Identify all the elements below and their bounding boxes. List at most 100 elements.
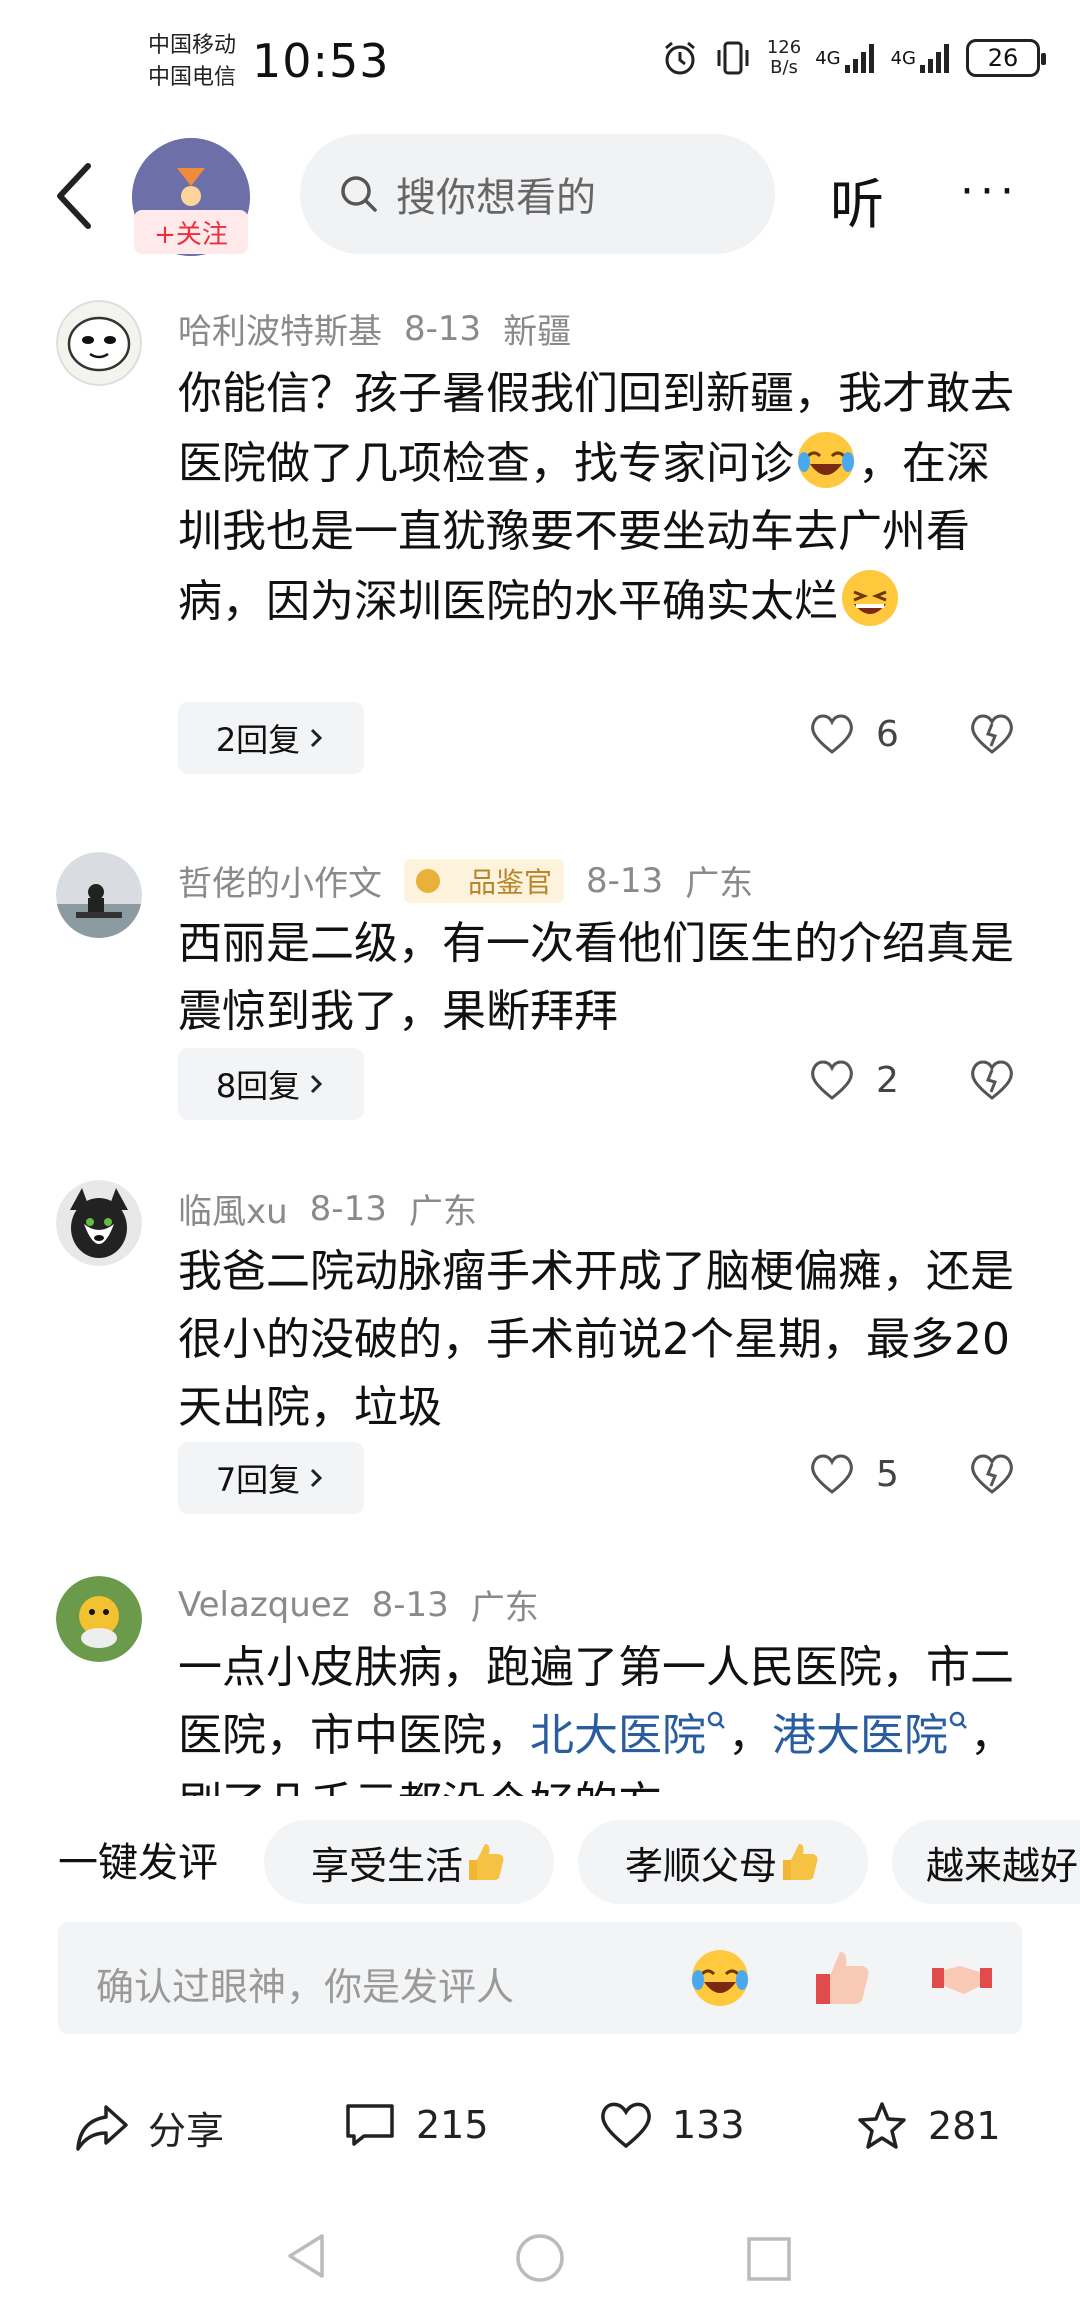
more-options-button[interactable]: ···: [960, 170, 1020, 214]
search-input[interactable]: 搜你想看的: [300, 134, 775, 254]
quick-reply-chip[interactable]: 享受生活: [264, 1820, 554, 1904]
view-replies-button[interactable]: 8回复: [178, 1048, 364, 1120]
carrier-info: 中国移动 中国电信: [148, 30, 236, 94]
comment-meta: 哈利波特斯基 8-13 新疆: [178, 304, 571, 353]
thumbs-up-icon: [469, 1844, 504, 1880]
network-speed: 126 B/s: [766, 37, 802, 78]
search-icon: [341, 176, 377, 212]
hospital-link[interactable]: 北大医院: [530, 1710, 728, 1761]
signal-2-icon: 4G: [891, 41, 952, 75]
vibrate-icon: [713, 38, 753, 78]
nav-home-icon[interactable]: [512, 2230, 568, 2286]
laugh-cry-emoji-icon: [798, 432, 854, 488]
alarm-icon: [661, 39, 699, 77]
system-navigation-bar: [0, 2210, 1080, 2310]
badge-icon: [416, 868, 440, 893]
top-navigation: +关注 搜你想看的 听 ···: [0, 130, 1080, 260]
broken-heart-icon: [971, 1060, 1013, 1100]
quick-reply-chip[interactable]: 孝顺父母: [578, 1820, 868, 1904]
comment-date: 8-13: [404, 308, 482, 349]
nav-recents-icon[interactable]: [744, 2234, 794, 2284]
commenter-avatar[interactable]: [56, 1180, 142, 1266]
dislike-button[interactable]: [968, 1058, 1016, 1106]
comment-item: Velazquez 8-13 广东 一点小皮肤病，跑遍了第一人民医院，市二医院，…: [0, 1576, 1080, 1796]
comment-meta: Velazquez 8-13 广东: [178, 1580, 539, 1629]
thumbs-up-icon: [783, 1844, 818, 1880]
hospital-link[interactable]: 港大医院: [772, 1710, 970, 1761]
heart-icon: [811, 1060, 853, 1100]
view-replies-button[interactable]: 7回复: [178, 1442, 364, 1514]
chevron-left-icon: [57, 163, 91, 229]
like-button[interactable]: 6: [808, 712, 899, 756]
comment-meta: 临風xu 8-13 广东: [178, 1184, 477, 1233]
quick-reply-bar: 一键发评 享受生活 孝顺父母 越来越好: [0, 1810, 1080, 1910]
broken-heart-icon: [971, 714, 1013, 754]
comment-date: 8-13: [309, 1188, 387, 1229]
share-button[interactable]: 分享: [74, 2100, 224, 2155]
search-small-icon: [707, 1711, 725, 1729]
heart-icon: [811, 714, 853, 754]
comment-location: 新疆: [503, 312, 572, 352]
carrier-2: 中国电信: [148, 65, 237, 90]
comment-meta: 哲佬的小作文 品鉴官 8-13 广东: [178, 856, 753, 905]
commenter-avatar[interactable]: [56, 300, 142, 386]
signal-1-icon: 4G: [815, 41, 876, 75]
input-placeholder: 确认过眼神，你是发评人: [96, 1965, 515, 2009]
comment-icon: [346, 2104, 394, 2146]
commenter-name[interactable]: 哲佬的小作文: [178, 856, 382, 905]
carrier-1: 中国移动: [148, 33, 237, 58]
chevron-right-icon: [311, 1074, 323, 1094]
share-icon: [76, 2104, 128, 2151]
favorite-button[interactable]: 281: [854, 2100, 1001, 2152]
comments-button[interactable]: 215: [342, 2100, 489, 2150]
quick-reply-label: 一键发评: [58, 1840, 218, 1886]
comment-location: 广东: [470, 1588, 539, 1628]
commenter-avatar[interactable]: [56, 852, 142, 938]
search-placeholder: 搜你想看的: [396, 175, 596, 221]
comment-text: 你能信？孩子暑假我们回到新疆，我才敢去医院做了几项检查，找专家问诊 ，在深圳我也是…: [178, 360, 1023, 636]
grin-emoji-icon: [842, 570, 898, 626]
comment-item: 临風xu 8-13 广东 我爸二院动脉瘤手术开成了脑梗偏瘫，还是很小的没破的，手…: [0, 1180, 1080, 1560]
listen-button[interactable]: 听: [830, 160, 884, 239]
commenter-avatar[interactable]: [56, 1576, 142, 1662]
status-bar: 中国移动 中国电信 10:53 126 B/s 4G 4G 26: [0, 0, 1080, 130]
commenter-name[interactable]: 哈利波特斯基: [178, 304, 382, 353]
dislike-button[interactable]: [968, 1452, 1016, 1500]
comment-location: 广东: [408, 1192, 477, 1232]
comment-text: 西丽是二级，有一次看他们医生的介绍真是震惊到我了，果断拜拜: [178, 918, 1014, 1037]
comment-location: 广东: [685, 864, 754, 904]
broken-heart-icon: [971, 1454, 1013, 1494]
back-button[interactable]: [50, 156, 98, 236]
follow-button[interactable]: +关注: [134, 210, 248, 254]
star-icon: [858, 2102, 906, 2149]
bottom-action-bar: 分享 215 133 281: [0, 2080, 1080, 2190]
laugh-cry-emoji-icon[interactable]: [688, 1946, 752, 2010]
handshake-icon[interactable]: [930, 1946, 994, 2010]
chevron-right-icon: [311, 728, 323, 748]
status-clock: 10:53: [252, 34, 390, 88]
battery-indicator: 26: [966, 39, 1046, 77]
thumbs-up-icon[interactable]: [810, 1946, 874, 2010]
comment-item: 哈利波特斯基 8-13 新疆 你能信？孩子暑假我们回到新疆，我才敢去医院做了几项…: [0, 300, 1080, 820]
nav-back-icon[interactable]: [282, 2230, 330, 2282]
like-button[interactable]: 5: [808, 1452, 899, 1496]
status-icons: 126 B/s 4G 4G 26: [661, 37, 1046, 78]
comment-item: 哲佬的小作文 品鉴官 8-13 广东 西丽是二级，有一次看他们医生的介绍真是震惊…: [0, 852, 1080, 1162]
verified-badge: 品鉴官: [404, 858, 565, 903]
search-small-icon: [949, 1711, 967, 1729]
view-replies-button[interactable]: 2回复: [178, 702, 364, 774]
chevron-right-icon: [311, 1468, 323, 1488]
dislike-button[interactable]: [968, 712, 1016, 760]
heart-icon: [601, 2102, 651, 2149]
comment-date: 8-13: [371, 1584, 449, 1625]
quick-reply-chip[interactable]: 越来越好: [892, 1820, 1080, 1904]
like-button[interactable]: 2: [808, 1058, 899, 1102]
comment-text: 一点小皮肤病，跑遍了第一人民医院，市二医院，市中医院，北大医院，港大医院，刷了几…: [178, 1642, 1014, 1796]
commenter-name[interactable]: Velazquez: [178, 1585, 350, 1625]
comment-input[interactable]: 确认过眼神，你是发评人: [58, 1922, 1022, 2034]
comment-date: 8-13: [586, 860, 664, 901]
comment-text: 我爸二院动脉瘤手术开成了脑梗偏瘫，还是很小的没破的，手术前说2个星期，最多20天…: [178, 1246, 1014, 1433]
heart-icon: [811, 1454, 853, 1494]
like-post-button[interactable]: 133: [598, 2100, 745, 2150]
commenter-name[interactable]: 临風xu: [178, 1184, 288, 1233]
